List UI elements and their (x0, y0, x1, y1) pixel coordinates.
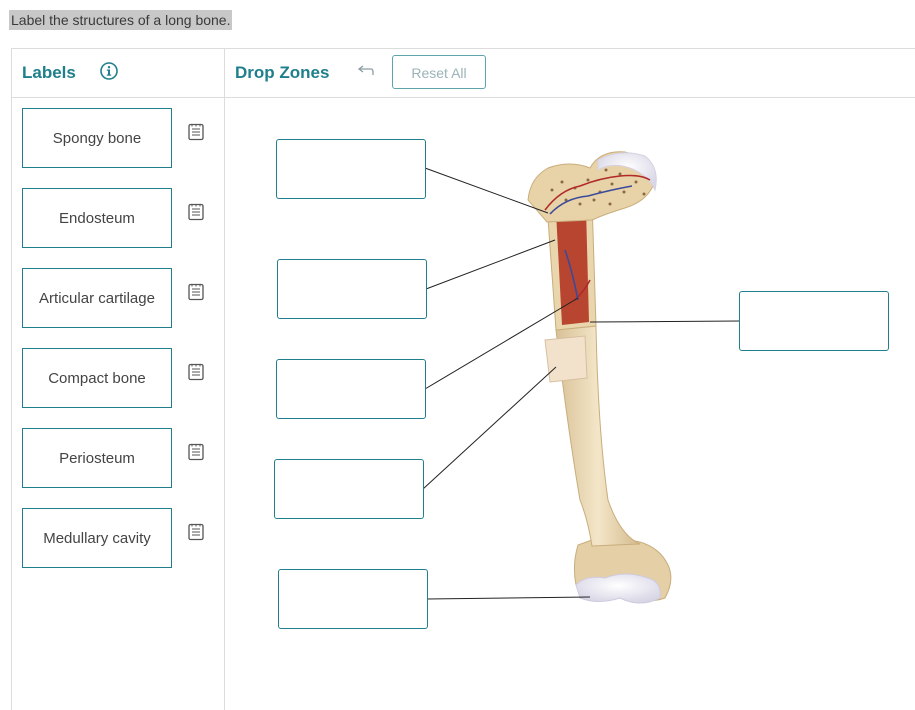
periosteum-flap (544, 335, 588, 383)
drop-zone-4[interactable] (274, 459, 424, 519)
leader-line (422, 366, 557, 490)
drop-zone-6[interactable] (739, 291, 889, 351)
drop-zone-2[interactable] (277, 259, 427, 319)
distal-articular-cartilage (575, 573, 661, 604)
drop-zone-1[interactable] (276, 139, 426, 199)
leader-line (589, 320, 741, 323)
drop-zone-3[interactable] (276, 359, 426, 419)
drop-zone-5[interactable] (278, 569, 428, 629)
long-bone-diagram (422, 151, 741, 604)
leader-line (426, 596, 591, 600)
leader-line (425, 239, 556, 290)
